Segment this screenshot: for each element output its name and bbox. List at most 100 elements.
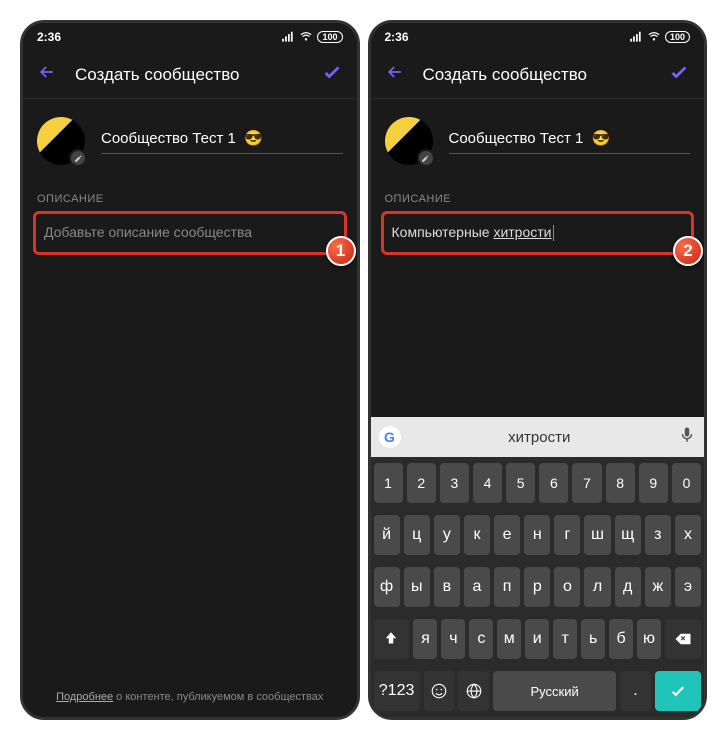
status-icons: 100 — [281, 30, 342, 44]
key-ч[interactable]: ч — [441, 619, 465, 659]
key-е[interactable]: е — [494, 515, 520, 555]
signal-icon — [629, 30, 643, 44]
key-в[interactable]: в — [434, 567, 460, 607]
signal-icon — [281, 30, 295, 44]
key-о[interactable]: о — [554, 567, 580, 607]
status-time: 2:36 — [37, 30, 61, 44]
description-field-highlighted[interactable]: Добавьте описание сообщества 1 — [33, 211, 347, 255]
phone-screen-1: 2:36 100 Создать сообщество Сообщество Т… — [20, 20, 360, 720]
period-key[interactable]: . — [620, 671, 651, 711]
community-name-input[interactable]: Сообщество Тест 1 😎 — [101, 129, 343, 154]
app-header: Создать сообщество — [23, 51, 357, 99]
confirm-button[interactable] — [668, 61, 690, 88]
enter-key[interactable] — [655, 671, 701, 711]
key-5[interactable]: 5 — [506, 463, 535, 503]
key-4[interactable]: 4 — [473, 463, 502, 503]
community-avatar[interactable] — [385, 117, 433, 165]
key-п[interactable]: п — [494, 567, 520, 607]
status-bar: 2:36 100 — [23, 23, 357, 51]
key-э[interactable]: э — [675, 567, 701, 607]
confirm-button[interactable] — [321, 61, 343, 88]
keyboard-row-1: йцукенгшщзх — [371, 509, 705, 561]
pencil-icon — [421, 154, 430, 163]
keyboard: G хитрости 1234567890 йцукенгшщзх фывапр… — [371, 417, 705, 717]
content-area: Сообщество Тест 1 😎 ОПИСАНИЕ Компьютерны… — [371, 99, 705, 717]
content-area: Сообщество Тест 1 😎 ОПИСАНИЕ Добавьте оп… — [23, 99, 357, 717]
status-icons: 100 — [629, 30, 690, 44]
key-ь[interactable]: ь — [581, 619, 605, 659]
key-д[interactable]: д — [615, 567, 641, 607]
emoji-key[interactable] — [424, 671, 455, 711]
wifi-icon — [647, 30, 661, 44]
step-badge-2: 2 — [673, 236, 703, 266]
step-badge-1: 1 — [326, 236, 356, 266]
community-name-row: Сообщество Тест 1 😎 — [23, 99, 357, 183]
status-time: 2:36 — [385, 30, 409, 44]
keyboard-row-3: ячсмитьбю — [371, 613, 705, 665]
key-м[interactable]: м — [497, 619, 521, 659]
key-1[interactable]: 1 — [374, 463, 403, 503]
keyboard-row-numbers: 1234567890 — [371, 457, 705, 509]
key-8[interactable]: 8 — [606, 463, 635, 503]
key-9[interactable]: 9 — [639, 463, 668, 503]
suggestion-text[interactable]: хитрости — [411, 429, 669, 446]
key-а[interactable]: а — [464, 567, 490, 607]
shift-key[interactable] — [374, 619, 410, 659]
phone-screen-2: 2:36 100 Создать сообщество Сообщество Т… — [368, 20, 708, 720]
keyboard-row-bottom: ?123 Русский . — [371, 665, 705, 717]
key-ж[interactable]: ж — [645, 567, 671, 607]
community-name-input[interactable]: Сообщество Тест 1 😎 — [449, 129, 691, 154]
key-7[interactable]: 7 — [572, 463, 601, 503]
key-и[interactable]: и — [525, 619, 549, 659]
header-title: Создать сообщество — [75, 65, 303, 85]
description-field-highlighted[interactable]: Компьютерные хитрости 2 — [381, 211, 695, 255]
key-3[interactable]: 3 — [440, 463, 469, 503]
wifi-icon — [299, 30, 313, 44]
key-я[interactable]: я — [413, 619, 437, 659]
battery-icon: 100 — [317, 31, 342, 43]
avatar-edit-badge[interactable] — [69, 149, 87, 167]
emoji-icon: 😎 — [592, 129, 611, 147]
key-з[interactable]: з — [645, 515, 671, 555]
key-щ[interactable]: щ — [615, 515, 641, 555]
symbols-key[interactable]: ?123 — [374, 671, 420, 711]
globe-key[interactable] — [458, 671, 489, 711]
community-avatar[interactable] — [37, 117, 85, 165]
key-ц[interactable]: ц — [404, 515, 430, 555]
key-й[interactable]: й — [374, 515, 400, 555]
back-button[interactable] — [37, 62, 57, 87]
key-л[interactable]: л — [584, 567, 610, 607]
key-р[interactable]: р — [524, 567, 550, 607]
status-bar: 2:36 100 — [371, 23, 705, 51]
key-2[interactable]: 2 — [407, 463, 436, 503]
footer-link-row: Подробнее о контенте, публикуемом в сооб… — [23, 691, 357, 703]
google-icon[interactable]: G — [379, 426, 401, 448]
key-т[interactable]: т — [553, 619, 577, 659]
backspace-key[interactable] — [665, 619, 701, 659]
description-text: Компьютерные хитрости — [392, 224, 555, 240]
key-ю[interactable]: ю — [637, 619, 661, 659]
pencil-icon — [74, 154, 83, 163]
key-у[interactable]: у — [434, 515, 460, 555]
mic-icon[interactable] — [678, 426, 696, 449]
key-ш[interactable]: ш — [584, 515, 610, 555]
keyboard-row-2: фывапролджэ — [371, 561, 705, 613]
more-link[interactable]: Подробнее — [56, 691, 113, 703]
description-label: ОПИСАНИЕ — [23, 183, 357, 211]
suggestion-bar: G хитрости — [371, 417, 705, 457]
avatar-edit-badge[interactable] — [417, 149, 435, 167]
key-0[interactable]: 0 — [672, 463, 701, 503]
key-ф[interactable]: ф — [374, 567, 400, 607]
key-б[interactable]: б — [609, 619, 633, 659]
key-с[interactable]: с — [469, 619, 493, 659]
key-к[interactable]: к — [464, 515, 490, 555]
key-х[interactable]: х — [675, 515, 701, 555]
space-key[interactable]: Русский — [493, 671, 616, 711]
key-г[interactable]: г — [554, 515, 580, 555]
key-н[interactable]: н — [524, 515, 550, 555]
back-button[interactable] — [385, 62, 405, 87]
battery-icon: 100 — [665, 31, 690, 43]
key-ы[interactable]: ы — [404, 567, 430, 607]
app-header: Создать сообщество — [371, 51, 705, 99]
key-6[interactable]: 6 — [539, 463, 568, 503]
